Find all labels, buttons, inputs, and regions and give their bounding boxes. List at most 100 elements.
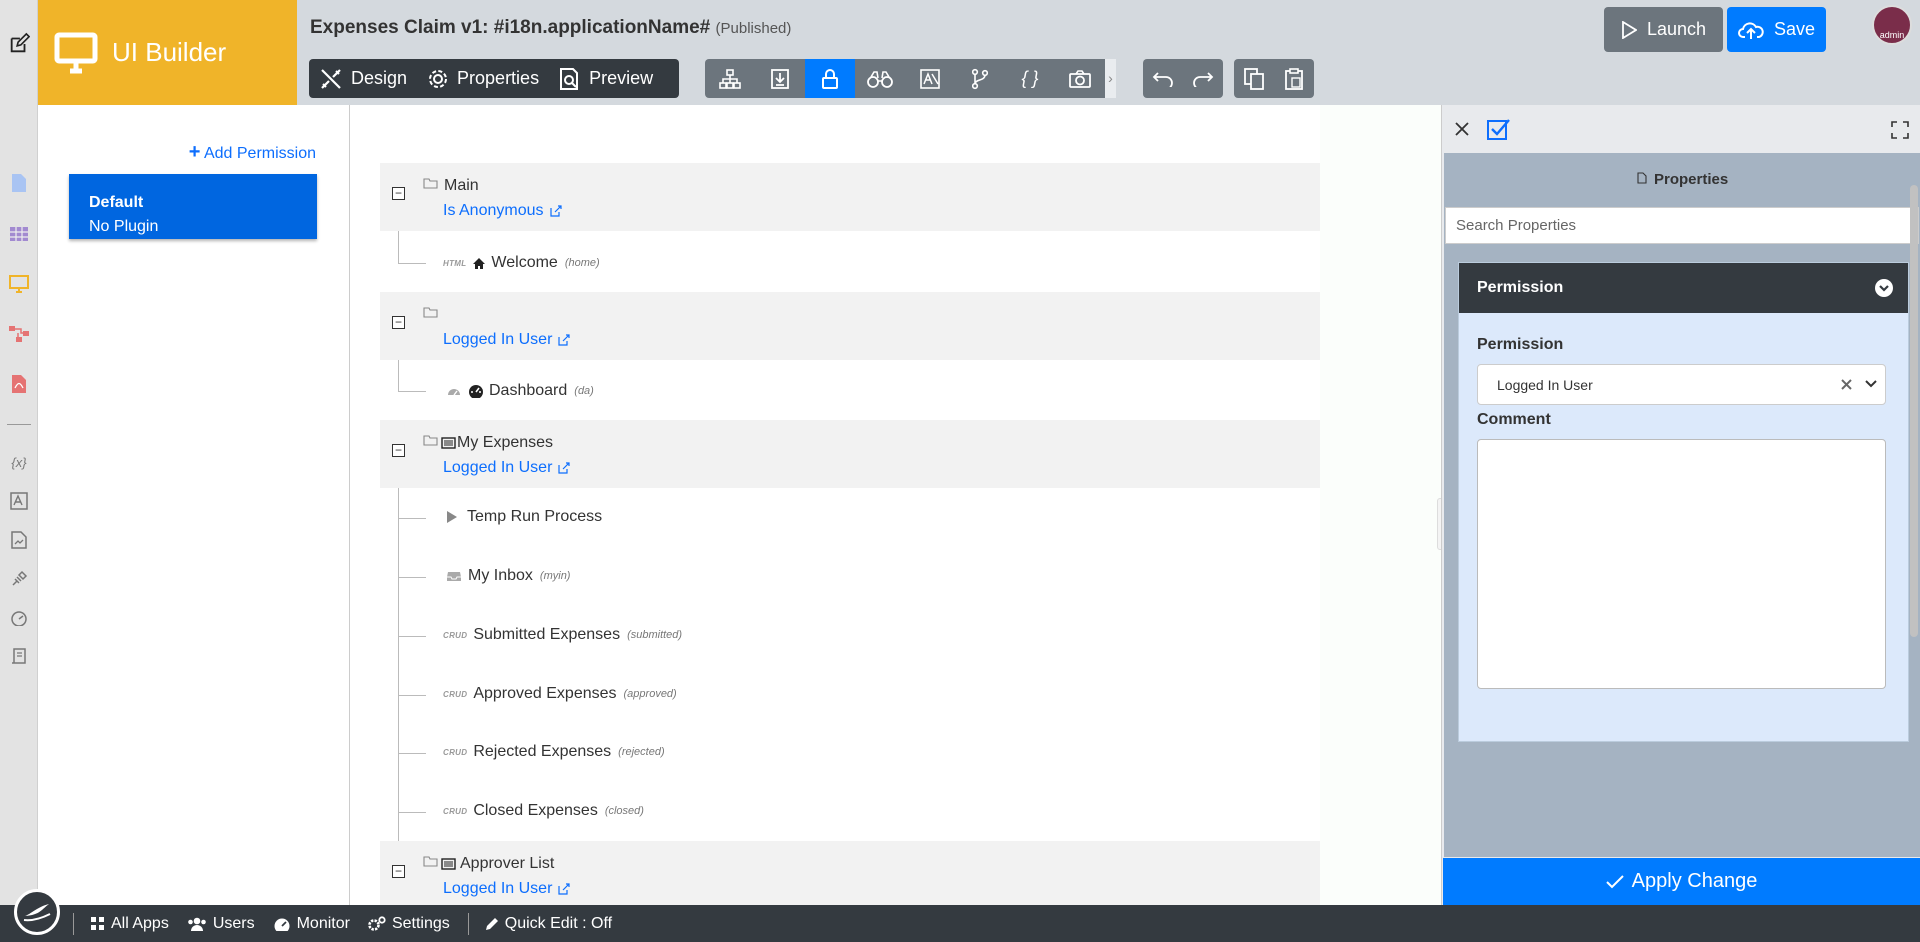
category-permission-link[interactable]: Logged In User	[443, 459, 571, 477]
clear-icon[interactable]	[1841, 379, 1852, 390]
users-icon	[188, 917, 206, 931]
gear-icon	[429, 69, 448, 88]
home-icon	[473, 257, 486, 269]
tree-connector	[398, 577, 426, 578]
permission-item-default[interactable]: Default No Plugin	[69, 174, 317, 239]
permission-select[interactable]: Logged In User	[1477, 364, 1886, 405]
translate-icon[interactable]	[905, 59, 955, 98]
gauge-icon	[448, 389, 460, 396]
save-label: Save	[1773, 19, 1816, 39]
tab-design[interactable]: Design	[309, 59, 417, 98]
checkbox-icon[interactable]	[1487, 118, 1511, 140]
joget-logo-icon[interactable]	[14, 889, 60, 935]
top-bar: Expenses Claim v1: #i18n.applicationName…	[297, 0, 1920, 105]
edit-link-icon	[558, 334, 571, 346]
fullscreen-icon[interactable]	[1891, 121, 1909, 139]
pdf-icon[interactable]	[8, 373, 30, 395]
footer-all-apps[interactable]: All Apps	[90, 915, 169, 933]
collapse-toggle[interactable]: −	[392, 187, 405, 200]
footer-settings[interactable]: Settings	[368, 915, 450, 933]
performance-icon[interactable]	[8, 607, 30, 629]
plus-icon: +	[188, 141, 201, 163]
category-my-expenses[interactable]: − My Expenses Logged In User	[380, 420, 1320, 488]
report-icon[interactable]	[8, 529, 30, 551]
variables-icon[interactable]: {x}	[8, 451, 30, 473]
paste-icon[interactable]	[1274, 59, 1314, 98]
tab-properties[interactable]: Properties	[417, 59, 549, 98]
footer-monitor[interactable]: Monitor	[273, 915, 350, 933]
menu-item-approved-expenses[interactable]: CRUD Approved Expenses (approved)	[443, 685, 677, 703]
permission-panel: + Add Permission Default No Plugin	[38, 105, 350, 905]
menu-item-closed-expenses[interactable]: CRUD Closed Expenses (closed)	[443, 802, 644, 820]
publish-status: (Published)	[715, 20, 792, 37]
menu-item-submitted-expenses[interactable]: CRUD Submitted Expenses (submitted)	[443, 626, 682, 644]
collapse-toggle[interactable]: −	[392, 316, 405, 329]
launch-button[interactable]: Launch	[1604, 7, 1723, 52]
tab-preview-label: Preview	[589, 68, 654, 88]
apply-change-button[interactable]: Apply Change	[1443, 858, 1920, 905]
undo-icon[interactable]	[1143, 59, 1183, 98]
tab-preview[interactable]: Preview	[549, 59, 663, 98]
permission-item-plugin: No Plugin	[89, 218, 159, 235]
import-icon[interactable]	[755, 59, 805, 98]
footer-users[interactable]: Users	[187, 915, 255, 933]
add-permission-link[interactable]: + Add Permission	[189, 141, 316, 164]
category-permission-link[interactable]: Is Anonymous	[443, 202, 562, 220]
section-header[interactable]: Permission	[1459, 263, 1908, 313]
i18n-icon[interactable]	[8, 490, 30, 512]
category-main[interactable]: − Main Is Anonymous	[380, 163, 1320, 231]
page-icon[interactable]	[8, 172, 30, 194]
category-permission: Logged In User	[443, 459, 553, 476]
collapse-toggle[interactable]: −	[392, 444, 405, 457]
menu-type: CRUD	[443, 689, 468, 699]
footer-users-label: Users	[212, 914, 255, 932]
folder-icon	[423, 307, 438, 318]
category-permission: Logged In User	[443, 331, 553, 348]
menu-label: Submitted Expenses	[473, 626, 621, 643]
edit-link-icon	[558, 462, 571, 474]
brand-title: UI Builder	[112, 37, 227, 67]
plugin-icon[interactable]	[8, 568, 30, 590]
process-icon[interactable]	[8, 323, 30, 345]
scroll-right-icon[interactable]: ›	[1105, 59, 1116, 98]
collapse-toggle[interactable]: −	[392, 865, 405, 878]
close-icon[interactable]	[1454, 121, 1470, 137]
tree-icon[interactable]	[705, 59, 755, 98]
category-approver-list[interactable]: − Approver List Logged In User	[380, 841, 1320, 905]
userview-icon[interactable]	[8, 273, 30, 295]
branch-icon[interactable]	[955, 59, 1005, 98]
chevron-down-icon[interactable]	[1865, 380, 1877, 389]
category-permission-link[interactable]: Logged In User	[443, 880, 571, 898]
camera-icon[interactable]	[1055, 59, 1105, 98]
save-button[interactable]: Save	[1727, 7, 1826, 52]
footer-quick-edit[interactable]: Quick Edit : Off	[485, 915, 612, 933]
table-icon[interactable]	[8, 223, 30, 245]
category-permission: Logged In User	[443, 880, 553, 897]
list-icon	[441, 858, 456, 870]
menu-item-dashboard[interactable]: Dashboard (da)	[446, 382, 594, 400]
menu-item-temp-run-process[interactable]: Temp Run Process	[446, 508, 602, 526]
search-properties-input[interactable]	[1445, 207, 1919, 244]
braces-icon[interactable]: { }	[1005, 59, 1055, 98]
avatar[interactable]: admin	[1872, 5, 1912, 45]
chevron-down-circle-icon[interactable]	[1874, 278, 1894, 298]
edit-icon[interactable]	[8, 32, 30, 55]
comment-textarea[interactable]	[1477, 439, 1886, 689]
category-title: My Expenses	[441, 434, 553, 452]
category-permission-link[interactable]: Logged In User	[443, 331, 571, 349]
menu-item-rejected-expenses[interactable]: CRUD Rejected Expenses (rejected)	[443, 743, 665, 761]
footer-divider	[73, 912, 74, 935]
category-name: Main	[444, 177, 479, 194]
gauge-icon	[274, 918, 290, 931]
redo-icon[interactable]	[1183, 59, 1223, 98]
properties-scrollbar[interactable]	[1910, 185, 1918, 637]
menu-item-my-inbox[interactable]: My Inbox (myin)	[446, 567, 570, 585]
log-icon[interactable]	[8, 646, 30, 668]
lock-icon[interactable]	[805, 59, 855, 98]
binoculars-icon[interactable]	[855, 59, 905, 98]
tree-connector	[398, 391, 426, 392]
copy-icon[interactable]	[1234, 59, 1274, 98]
menu-item-welcome[interactable]: HTML Welcome (home)	[443, 254, 600, 272]
category-logged-in[interactable]: − Logged In User	[380, 292, 1320, 360]
tab-design-label: Design	[351, 68, 408, 88]
